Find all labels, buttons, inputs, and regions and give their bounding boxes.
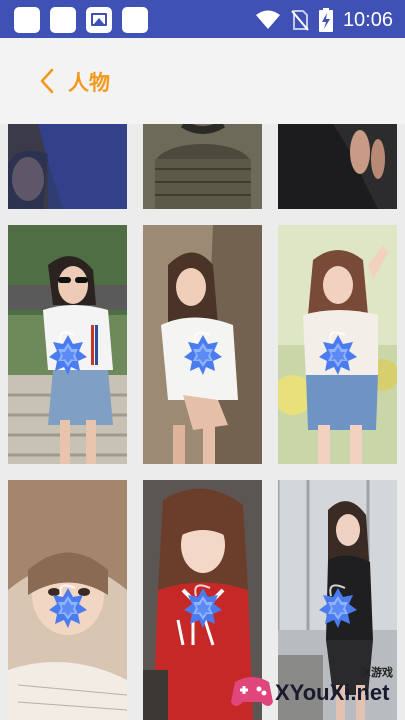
- photo-tile[interactable]: [143, 225, 262, 464]
- photo-tile[interactable]: [143, 124, 262, 209]
- app-bar: 人物: [0, 38, 405, 124]
- lock-badge-icon: [49, 584, 87, 628]
- photo-tile[interactable]: [8, 124, 127, 209]
- status-bar: 10:06: [0, 0, 405, 38]
- photo-thumbnail: [143, 124, 262, 209]
- back-button[interactable]: [36, 66, 60, 96]
- lock-badge-icon: [49, 331, 87, 375]
- wifi-icon: [255, 10, 280, 29]
- lock-badge-icon: [184, 331, 222, 375]
- watermark: X游戏 XYouXi.net: [229, 662, 399, 716]
- watermark-text: XYouXi.net: [275, 680, 390, 705]
- watermark-sub: X游戏: [362, 666, 393, 679]
- photo-thumbnail: [278, 124, 397, 209]
- clock: 10:06: [342, 8, 393, 31]
- photo-thumbnail: [8, 124, 127, 209]
- image-icon: [86, 7, 112, 33]
- chevron-left-icon: [40, 68, 54, 94]
- photo-tile[interactable]: [278, 225, 397, 464]
- photo-tile[interactable]: [8, 225, 127, 464]
- system-icons: 10:06: [255, 8, 393, 32]
- notification-icon: [14, 7, 40, 33]
- notification-icon: [122, 7, 148, 33]
- notification-area: [14, 7, 148, 33]
- gamepad-logo-icon: [231, 677, 273, 706]
- battery-charging-icon: [318, 8, 333, 32]
- lock-badge-icon: [184, 584, 222, 628]
- no-sim-icon: [291, 10, 309, 31]
- photo-grid: [0, 124, 405, 720]
- page-title: 人物: [68, 71, 110, 95]
- photo-tile[interactable]: [8, 480, 127, 720]
- lock-badge-icon: [319, 331, 357, 375]
- notification-icon: [50, 7, 76, 33]
- lock-badge-icon: [319, 584, 357, 628]
- photo-tile[interactable]: [278, 124, 397, 209]
